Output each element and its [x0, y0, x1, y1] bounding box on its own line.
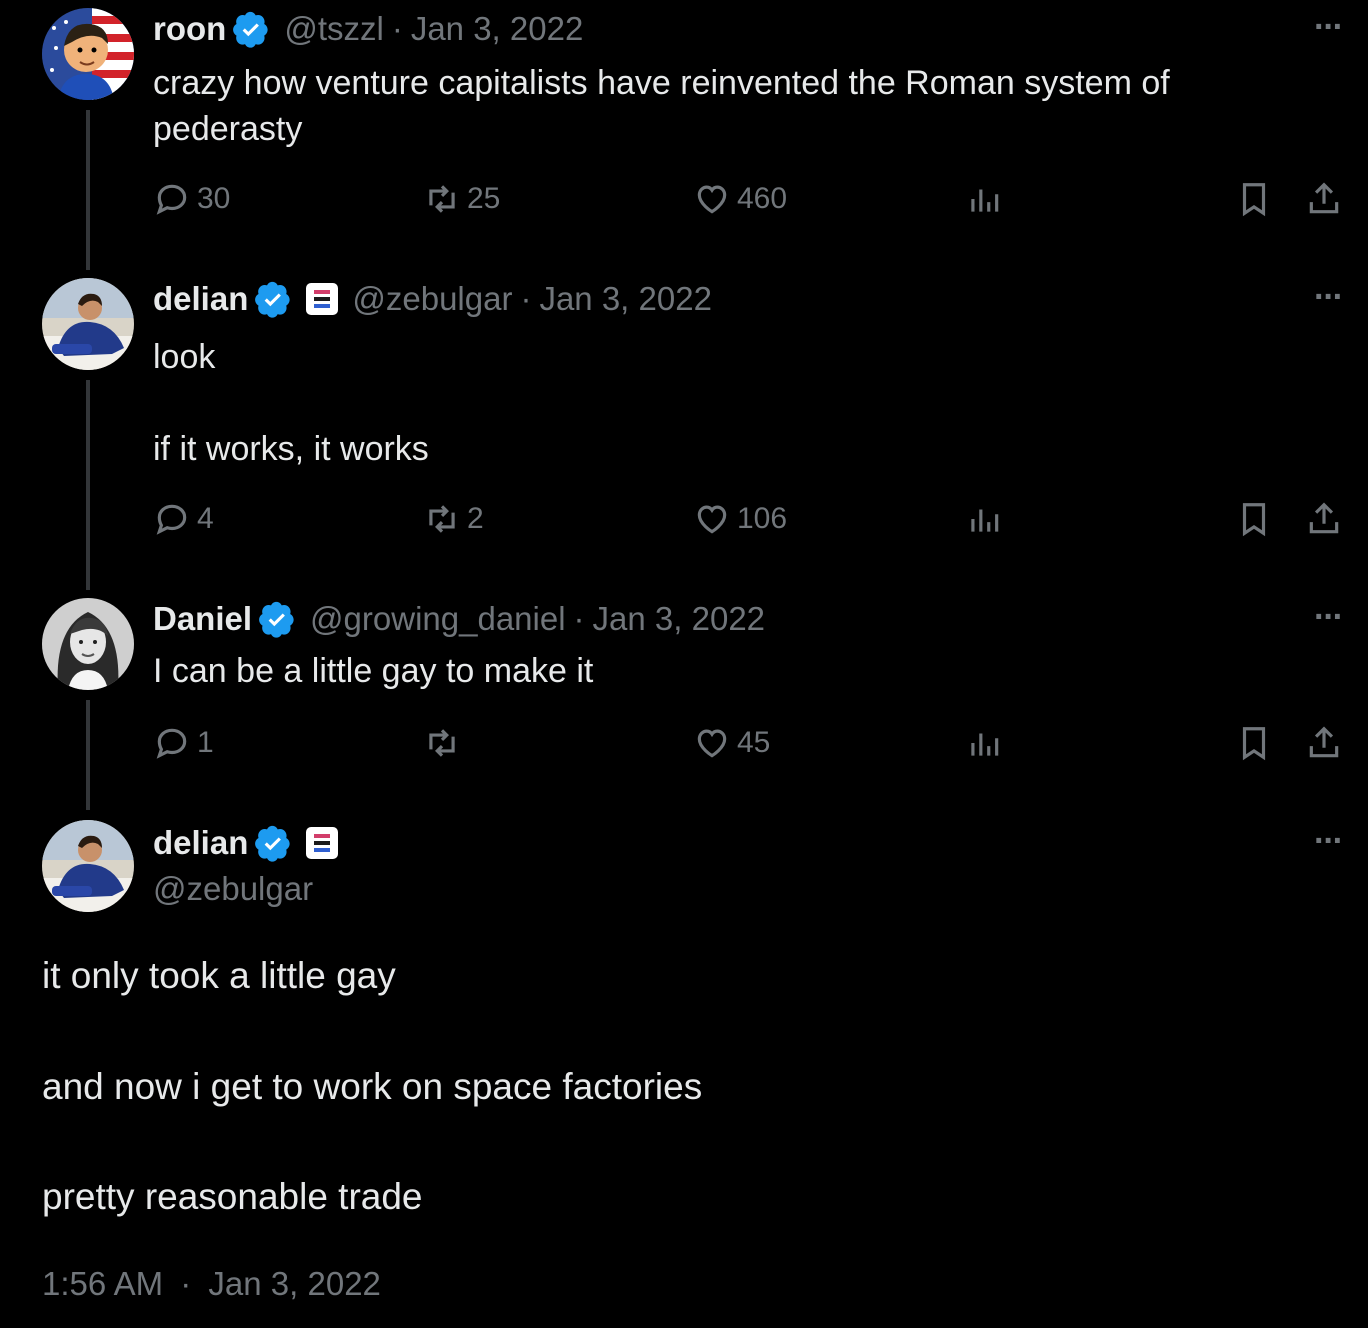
separator: · — [391, 10, 403, 47]
retweet-icon — [429, 505, 455, 533]
more-icon[interactable]: ··· — [1314, 278, 1344, 317]
avatar[interactable] — [42, 598, 134, 690]
bookmark-icon — [1242, 727, 1266, 761]
avatar[interactable] — [42, 8, 134, 100]
reply-count: 4 — [197, 502, 214, 535]
reply-count: 30 — [197, 182, 231, 215]
tweet-actions: 30 25 460 — [153, 180, 1353, 224]
handle[interactable]: @zebulgar — [153, 870, 313, 908]
handle-row: @zebulgar — [153, 870, 313, 908]
affiliation-badge-icon[interactable] — [306, 283, 339, 315]
share-button[interactable] — [1305, 500, 1343, 538]
main-tweet-line: it only took a little gay — [42, 955, 396, 996]
thread-line — [86, 380, 90, 590]
reply-button[interactable]: 30 — [153, 180, 230, 218]
verified-badge-icon — [255, 825, 290, 862]
thread-line — [86, 700, 90, 810]
share-icon — [1309, 502, 1339, 534]
reply-button[interactable]: 4 — [153, 500, 214, 538]
verified-badge-icon — [233, 11, 268, 48]
tweet-actions: 1 45 — [153, 724, 1353, 768]
display-name[interactable]: roon — [153, 10, 226, 48]
like-icon — [697, 185, 727, 214]
separator: · — [573, 600, 585, 637]
share-icon — [1309, 726, 1339, 758]
main-tweet-line: and now i get to work on space factories — [42, 1066, 703, 1107]
main-tweet-line: pretty reasonable trade — [42, 1176, 423, 1217]
like-icon — [697, 505, 727, 534]
more-icon[interactable]: ··· — [1314, 598, 1344, 637]
retweet-button[interactable]: 25 — [423, 180, 500, 218]
like-icon — [697, 729, 727, 758]
reply-icon — [156, 184, 187, 215]
views-button[interactable] — [965, 500, 1003, 538]
reply-icon — [156, 504, 187, 535]
like-count: 45 — [737, 726, 771, 759]
thread-line — [86, 110, 90, 270]
retweet-button[interactable] — [423, 724, 467, 762]
views-button[interactable] — [965, 180, 1003, 218]
tweet-header: delian — [153, 824, 339, 862]
views-icon — [971, 509, 999, 532]
tweet-text-line: look — [153, 338, 216, 376]
main-tweet-timestamp[interactable]: 1:56 AM · Jan 3, 2022 — [42, 1265, 381, 1303]
display-name[interactable]: Daniel — [153, 600, 252, 638]
affiliation-badge-icon[interactable] — [306, 827, 339, 859]
timestamp[interactable]: Jan 3, 2022 — [411, 10, 583, 48]
reply-icon — [156, 728, 187, 759]
avatar[interactable] — [42, 278, 134, 370]
tweet-thread: roon @tszzl · Jan 3, 2022 ··· crazy how … — [0, 0, 1368, 1328]
share-icon — [1309, 182, 1339, 214]
tweet-text-line: if it works, it works — [153, 430, 429, 468]
retweet-icon — [429, 185, 455, 213]
views-icon — [971, 189, 999, 212]
share-button[interactable] — [1305, 724, 1343, 762]
retweet-count: 25 — [467, 182, 501, 215]
tweet-header: delian @zebulgar · Jan 3, 2022 — [153, 280, 712, 318]
tweet-header: roon @tszzl · Jan 3, 2022 — [153, 10, 583, 48]
display-name[interactable]: delian — [153, 824, 248, 862]
date: Jan 3, 2022 — [208, 1265, 381, 1302]
like-button[interactable]: 460 — [693, 180, 787, 218]
tweet-actions: 4 2 106 — [153, 500, 1353, 544]
views-button[interactable] — [965, 724, 1003, 762]
bookmark-button[interactable] — [1235, 500, 1273, 538]
retweet-icon — [429, 729, 455, 757]
separator: · — [180, 1265, 192, 1302]
timestamp[interactable]: Jan 3, 2022 — [539, 280, 711, 318]
bookmark-icon — [1242, 183, 1266, 217]
verified-badge-icon — [255, 281, 290, 318]
like-count: 106 — [737, 502, 788, 535]
retweet-button[interactable]: 2 — [423, 500, 484, 538]
views-icon — [971, 733, 999, 756]
bookmark-icon — [1242, 503, 1266, 537]
tweet-text: crazy how venture capitalists have reinv… — [153, 64, 1170, 148]
handle[interactable]: @growing_daniel — [310, 600, 566, 638]
like-count: 460 — [737, 182, 788, 215]
bookmark-button[interactable] — [1235, 724, 1273, 762]
more-icon[interactable]: ··· — [1314, 822, 1344, 861]
more-icon[interactable]: ··· — [1314, 8, 1344, 47]
handle[interactable]: @zebulgar — [352, 280, 512, 318]
like-button[interactable]: 106 — [693, 500, 787, 538]
display-name[interactable]: delian — [153, 280, 248, 318]
bookmark-button[interactable] — [1235, 180, 1273, 218]
retweet-count: 2 — [467, 502, 484, 535]
verified-badge-icon — [259, 601, 294, 638]
share-button[interactable] — [1305, 180, 1343, 218]
separator: · — [520, 280, 532, 317]
reply-count: 1 — [197, 726, 214, 759]
tweet-header: Daniel @growing_daniel · Jan 3, 2022 — [153, 600, 765, 638]
reply-button[interactable]: 1 — [153, 724, 214, 762]
time: 1:56 AM — [42, 1265, 164, 1302]
tweet-text: I can be a little gay to make it — [153, 652, 594, 690]
like-button[interactable]: 45 — [693, 724, 770, 762]
avatar[interactable] — [42, 820, 134, 912]
timestamp[interactable]: Jan 3, 2022 — [593, 600, 765, 638]
handle[interactable]: @tszzl — [284, 10, 384, 48]
